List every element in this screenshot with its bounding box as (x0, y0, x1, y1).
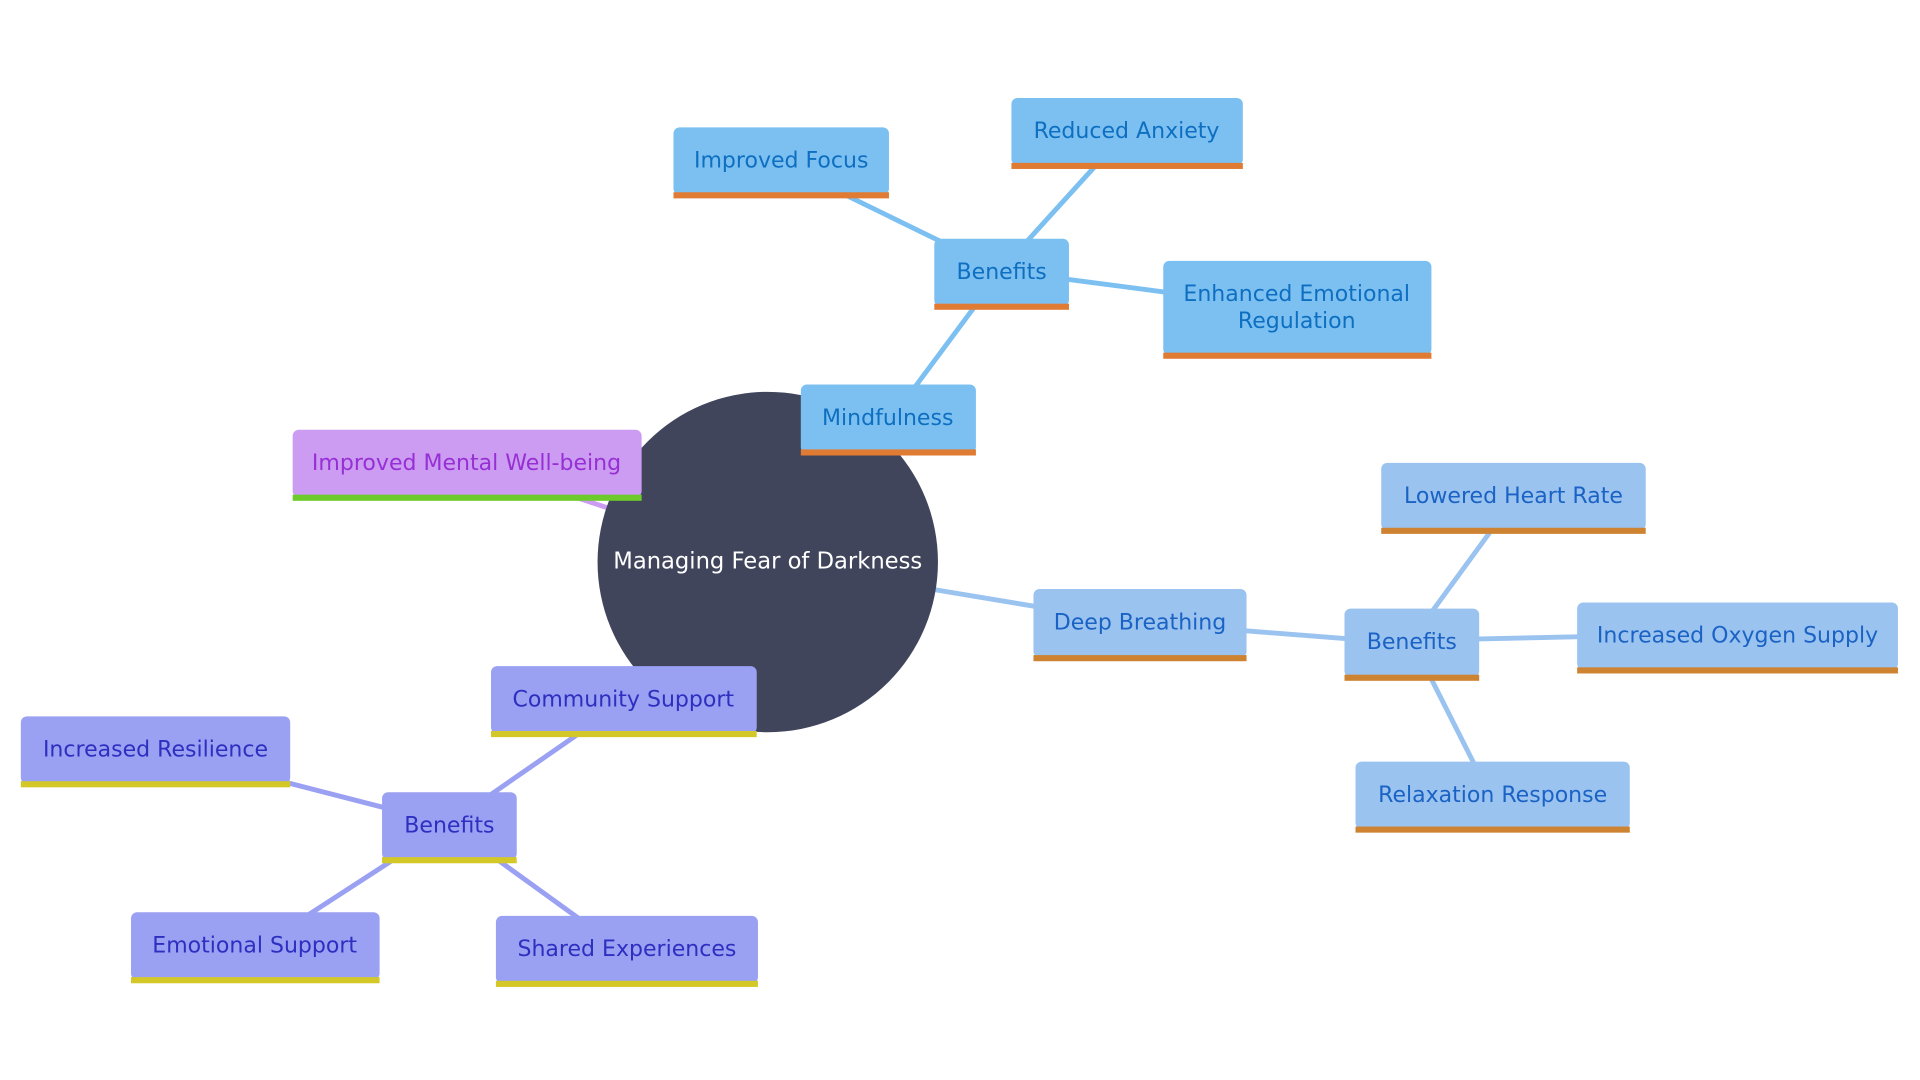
node-improved-mental-wellbeing-label: Improved Mental Well-being (312, 451, 621, 476)
node-mindfulness[interactable]: Mindfulness (800, 384, 976, 456)
node-reduced-anxiety[interactable]: Reduced Anxiety (1011, 97, 1243, 169)
node-community-benefits[interactable]: Benefits (382, 792, 517, 864)
node-enhanced-emotional-regulation[interactable]: Enhanced Emotional Regulation (1163, 260, 1432, 359)
node-mindfulness-benefits-label: Benefits (957, 260, 1047, 285)
edge-mindfulness-benefits (909, 302, 979, 394)
node-mindfulness-label: Mindfulness (822, 406, 953, 431)
edge-root-breathing (928, 586, 1044, 610)
node-deep-breathing[interactable]: Deep Breathing (1033, 588, 1247, 662)
node-mindfulness-benefits[interactable]: Benefits (934, 238, 1069, 310)
node-lowered-heart-rate-label: Lowered Heart Rate (1404, 484, 1623, 509)
node-shared-experiences[interactable]: Shared Experiences (495, 915, 758, 987)
node-increased-resilience[interactable]: Increased Resilience (20, 716, 291, 788)
node-improved-mental-wellbeing[interactable]: Improved Mental Well-being (292, 429, 642, 501)
node-lowered-heart-rate[interactable]: Lowered Heart Rate (1381, 462, 1646, 534)
mindmap-canvas: Managing Fear of Darkness Mindfulness Be… (20, 97, 1898, 987)
node-improved-focus[interactable]: Improved Focus (673, 127, 889, 199)
node-increased-oxygen-supply-label: Increased Oxygen Supply (1597, 624, 1878, 649)
node-breathing-benefits[interactable]: Benefits (1344, 608, 1480, 681)
node-reduced-anxiety-label: Reduced Anxiety (1034, 119, 1220, 144)
node-regulation-label-line1: Enhanced Emotional (1183, 282, 1410, 307)
node-relaxation-response[interactable]: Relaxation Response (1355, 761, 1630, 833)
root-label: Managing Fear of Darkness (613, 549, 922, 575)
node-community-support[interactable]: Community Support (491, 666, 757, 738)
node-community-support-label: Community Support (512, 687, 734, 712)
node-deep-breathing-label: Deep Breathing (1054, 610, 1226, 635)
node-improved-focus-label: Improved Focus (694, 149, 869, 174)
node-increased-resilience-label: Increased Resilience (43, 738, 268, 763)
edge-breathing-benefits (1240, 628, 1356, 642)
node-regulation-label-line2: Regulation (1238, 309, 1356, 334)
node-emotional-support-label: Emotional Support (152, 934, 357, 959)
node-shared-experiences-label: Shared Experiences (517, 937, 736, 962)
node-relaxation-response-label: Relaxation Response (1378, 783, 1607, 808)
node-community-benefits-label: Benefits (404, 814, 494, 839)
node-breathing-benefits-label: Benefits (1367, 630, 1457, 655)
node-increased-oxygen-supply[interactable]: Increased Oxygen Supply (1577, 602, 1898, 674)
node-emotional-support[interactable]: Emotional Support (131, 912, 380, 984)
